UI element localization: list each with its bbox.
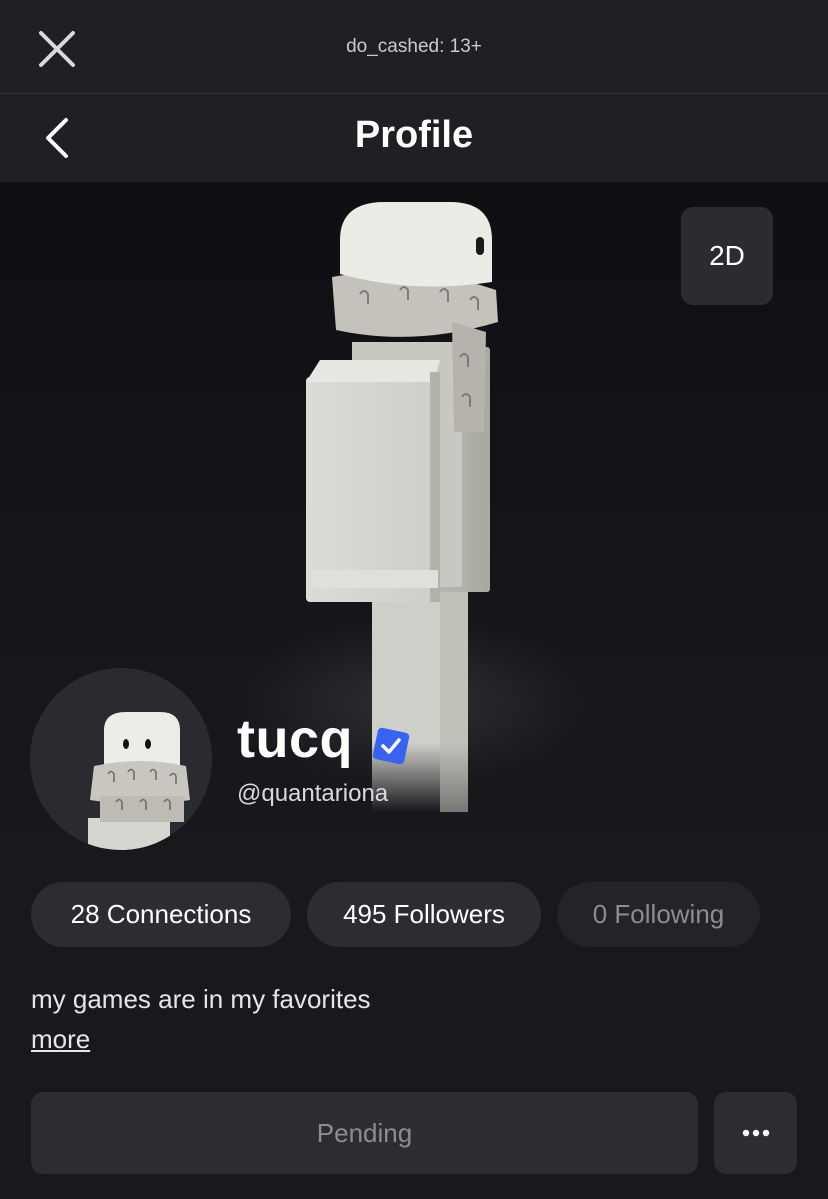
username: @quantariona	[237, 780, 389, 807]
following-button[interactable]: 0 Following	[557, 882, 760, 947]
bottom-edge	[0, 1190, 828, 1199]
page-title: Profile	[354, 114, 474, 156]
followers-button[interactable]: 495 Followers	[307, 882, 541, 947]
display-name: tucq	[237, 709, 353, 769]
connections-button[interactable]: 28 Connections	[31, 882, 291, 947]
pending-button[interactable]: Pending	[31, 1092, 698, 1174]
experience-title: do_cashed: 13+	[346, 36, 482, 57]
ellipsis-icon	[742, 1129, 769, 1137]
verified-check-icon	[372, 727, 410, 765]
page-header: Profile	[0, 94, 828, 182]
top-bar: do_cashed: 13+	[0, 0, 828, 94]
bio-more-link[interactable]: more	[31, 1024, 90, 1055]
avatar[interactable]	[30, 668, 212, 850]
more-options-button[interactable]	[714, 1092, 797, 1174]
toggle-2d-button[interactable]: 2D	[681, 207, 773, 305]
avatar-headshot-image	[30, 668, 212, 850]
bio-text: my games are in my favorites	[31, 984, 371, 1014]
